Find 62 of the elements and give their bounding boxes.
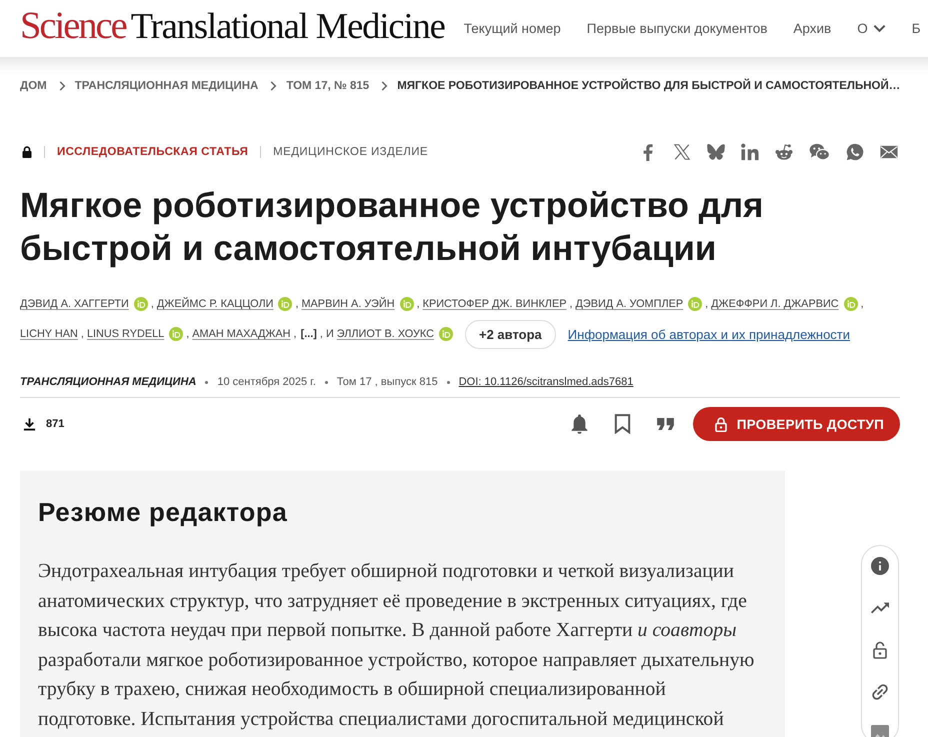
lock-icon [714, 416, 727, 432]
article-title: Мягкое роботизированное устройство для быстрой и самостоятельной интубации [20, 185, 764, 270]
nav-link[interactable]: О [857, 21, 886, 36]
author-separator: , [186, 328, 190, 340]
author-separator: , [416, 298, 420, 310]
download-icon [23, 417, 36, 431]
author-link[interactable]: ДЖЕЙМС Р. КАЦЦОЛИ [156, 298, 274, 310]
info-icon[interactable] [871, 557, 889, 575]
breadcrumb-link[interactable]: ТОМ 17, № 815 [286, 80, 370, 92]
chevron-right-icon [58, 81, 66, 91]
article-type-label[interactable]: ИССЛЕДОВАТЕЛЬСКАЯ СТАТЬЯ [57, 146, 248, 158]
bookmark-icon[interactable] [614, 414, 631, 434]
butterfly-icon[interactable] [707, 143, 725, 161]
author-link[interactable]: LINUS RYDELL [86, 328, 164, 340]
author-link[interactable]: МАРВИН А. УЭЙН [301, 298, 395, 310]
affiliations-link[interactable]: Информация об авторах и их принадлежности [568, 326, 850, 342]
chevron-right-icon [381, 81, 388, 91]
journal-name: ТРАНСЛЯЦИОННАЯ МЕДИЦИНА [20, 376, 196, 388]
access-button[interactable]: ПРОВЕРИТЬ ДОСТУП [692, 407, 900, 441]
nav-link[interactable]: Текущий номер [464, 21, 561, 36]
download-count: 871 [46, 418, 64, 430]
doi-link[interactable]: DOI: 10.1126/scitranslmed.ads7681 [458, 376, 634, 388]
author-link[interactable]: ДЭВИД А. ХАГГЕРТИ [20, 298, 129, 310]
wechat-icon[interactable] [809, 143, 830, 161]
author-separator: , [705, 298, 708, 310]
author-separator: , [569, 298, 573, 310]
author-separator: , [294, 328, 297, 340]
author-link[interactable]: LICHY HAN [20, 328, 78, 340]
summary-paragraph: Эндотрахеальная интубация требует обширной подготовки и четкой визуализации анатомических структур, что затрудняет её проведение в экстренных ситуациях, где высока частота неудач при первой попытке. В данной работе Хаггерти и соавторы разработали мягкое роботизированное устройство, которое направляет дыхательную трубку в трахею, снижая необходимость в обширной специализированной подготовке. Испытания устройства специалистами догоспитальной медицинской [38, 559, 756, 732]
journal-logo[interactable]: ScienceTranslational Medicine [20, 7, 445, 46]
author-separator: , И [320, 328, 334, 340]
author-link[interactable]: КРИСТОФЕР ДЖ. ВИНКЛЕР [422, 298, 566, 310]
author-link[interactable]: ЭЛЛИОТ В. ХОУКС [336, 328, 434, 340]
author-link[interactable]: ДЭВИД А. УОМПЛЕР [576, 298, 684, 310]
author-link[interactable]: ДЖЕФФРИ Л. ДЖАРВИС [711, 298, 839, 310]
author-separator: , [150, 298, 154, 310]
breadcrumb-link[interactable]: ТРАНСЛЯЦИОННАЯ МЕДИЦИНА [74, 80, 258, 92]
nav-link[interactable]: Первые выпуски документов [586, 21, 768, 36]
unlocked-icon[interactable] [871, 641, 889, 659]
author-separator: , [80, 328, 84, 340]
email-icon[interactable] [880, 143, 898, 161]
breadcrumb-link[interactable]: ДОМ [20, 80, 47, 92]
subject-label[interactable]: МЕДИЦИНСКОЕ ИЗДЕЛИЕ [273, 146, 428, 158]
x-icon[interactable] [673, 143, 691, 161]
quote-icon[interactable] [656, 418, 674, 430]
author-separator: , [860, 298, 864, 310]
bell-icon[interactable] [570, 414, 588, 434]
nav-link[interactable]: Архив [793, 21, 832, 36]
reddit-icon[interactable] [775, 143, 793, 161]
link-icon[interactable] [871, 683, 889, 701]
whatsapp-icon[interactable] [846, 143, 864, 161]
summary-heading: Резюме редактора [38, 497, 288, 527]
breadcrumb-link[interactable]: МЯГКОЕ РОБОТИЗИРОВАННОЕ УСТРОЙСТВО ДЛЯ БЫСТРОЙ И САМОСТОЯТЕЛЬНОЙ… [397, 80, 900, 92]
publication-date: 10 сентября 2025 г. [217, 376, 316, 388]
issue-label: Том 17 , выпуск 815 [336, 376, 438, 388]
nav-link[interactable]: Б [912, 21, 921, 36]
linkedin-icon[interactable] [741, 143, 759, 161]
chevron-right-icon [270, 81, 278, 91]
omitted-authors-label: [...] [300, 328, 317, 340]
author-separator: , [295, 298, 298, 310]
author-link[interactable]: АМАН МАХАДЖАН [192, 328, 291, 340]
more-authors-button[interactable]: +2 автора [465, 320, 556, 348]
